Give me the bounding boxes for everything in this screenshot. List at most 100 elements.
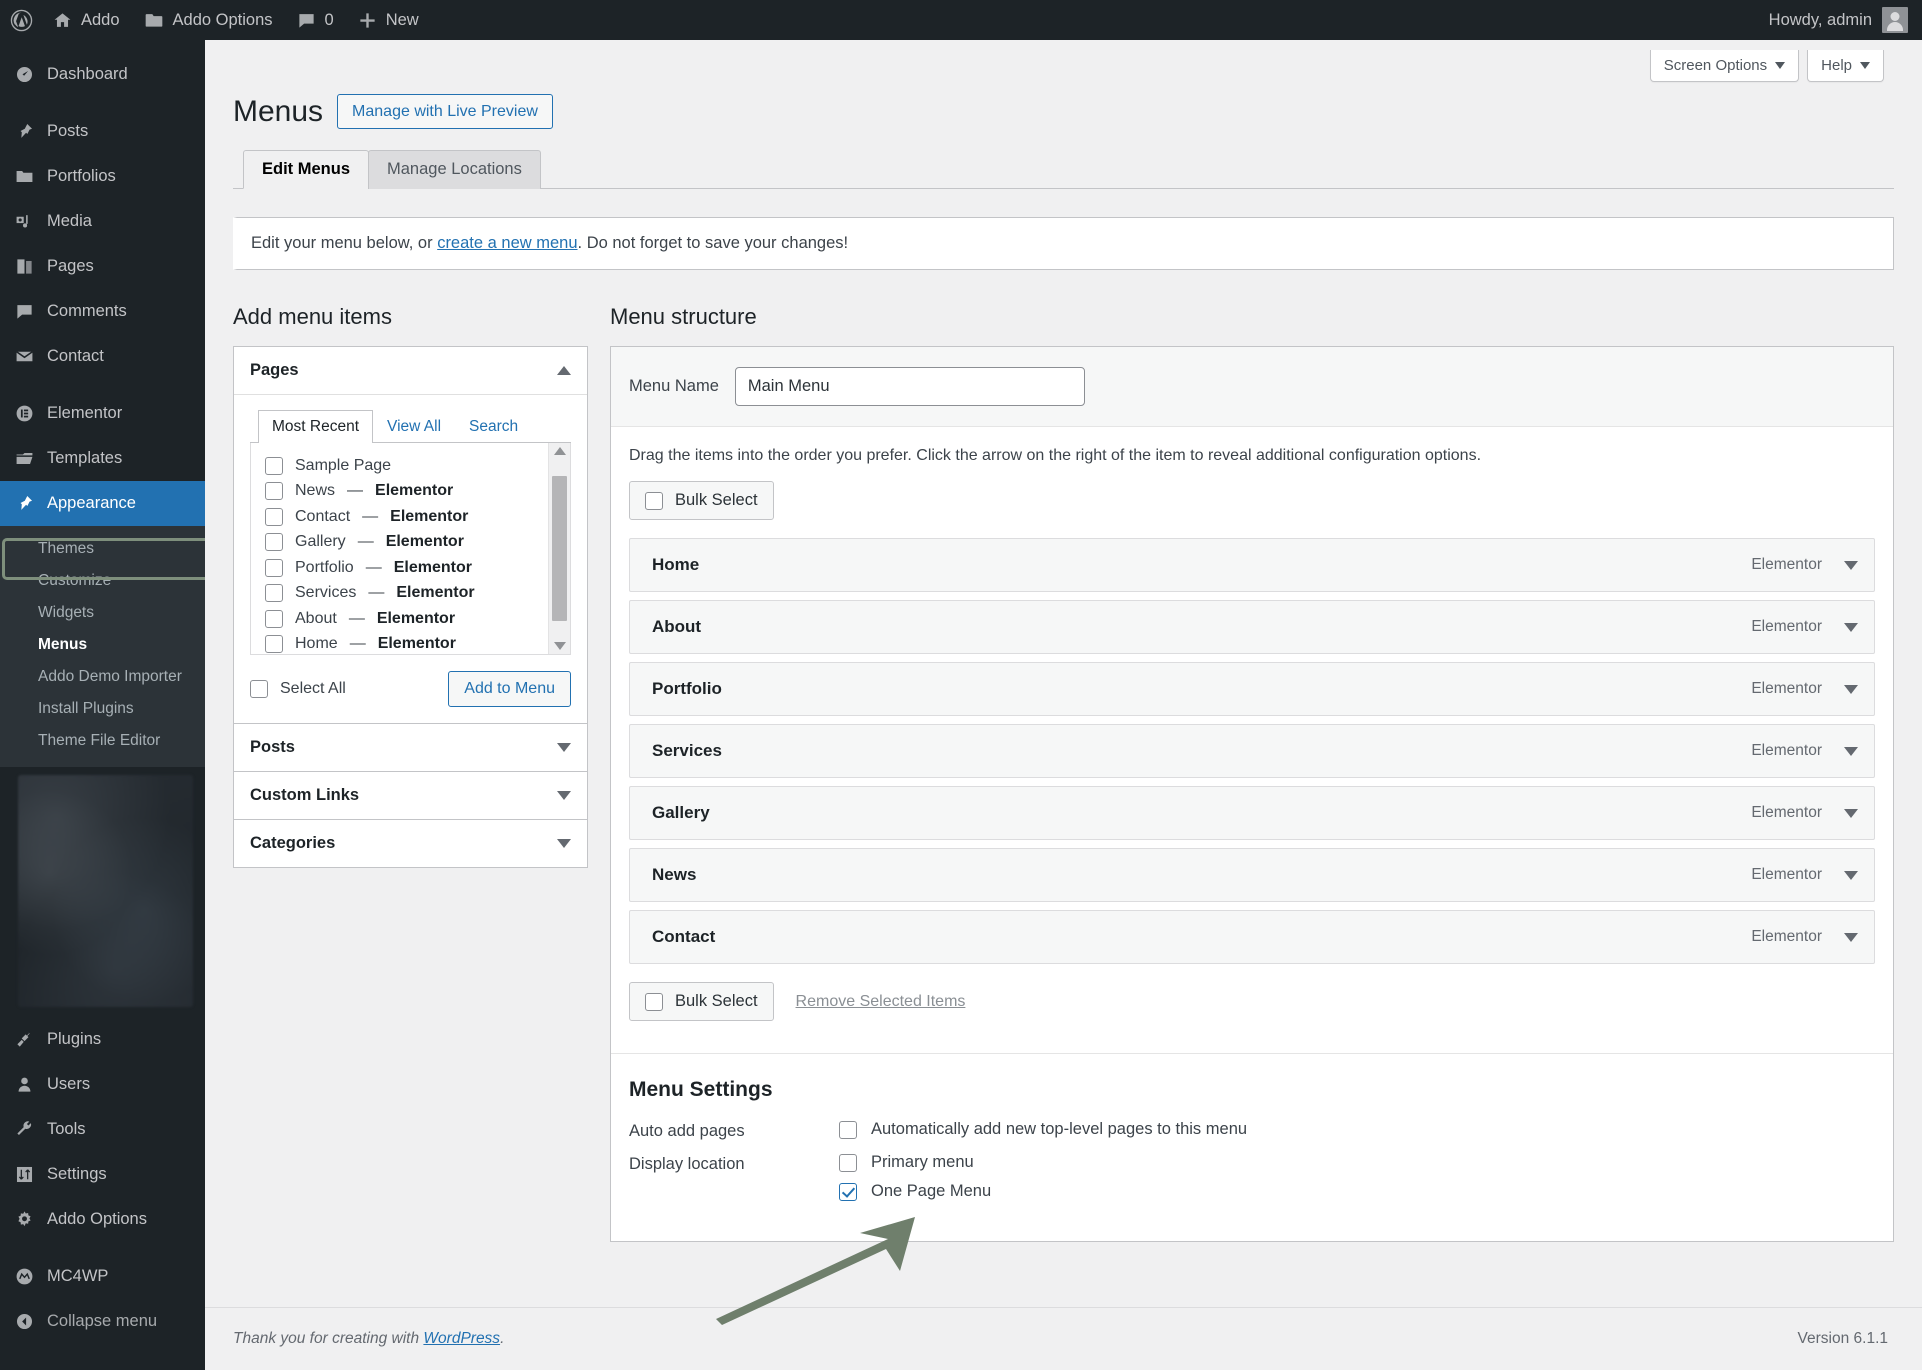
sidebar-item-contact[interactable]: Contact: [0, 334, 205, 379]
primary-menu-option[interactable]: Primary menu: [839, 1153, 991, 1172]
tab-most-recent[interactable]: Most Recent: [258, 410, 374, 444]
chevron-down-icon[interactable]: [1844, 560, 1858, 570]
sidebar-subitem-menus[interactable]: Menus: [0, 629, 205, 661]
adminbar-addo-options[interactable]: Addo Options: [132, 0, 285, 40]
auto-add-pages-checkbox[interactable]: [839, 1120, 857, 1139]
sidebar-item-media[interactable]: Media: [0, 199, 205, 244]
scroll-down-icon[interactable]: [553, 642, 566, 651]
chevron-down-icon[interactable]: [1844, 746, 1858, 756]
sidebar-item-posts[interactable]: Posts: [0, 109, 205, 154]
bulk-select-top-checkbox[interactable]: [645, 491, 663, 510]
chevron-up-icon[interactable]: [557, 366, 571, 376]
table-row[interactable]: Home Elementor: [629, 538, 1875, 593]
select-all-pages[interactable]: Select All: [250, 676, 346, 702]
sidebar-item-collapse-menu[interactable]: Collapse menu: [0, 1299, 205, 1344]
wordpress-logo-button[interactable]: [0, 0, 41, 40]
adminbar-comments[interactable]: 0: [285, 0, 346, 40]
sidebar-item-settings[interactable]: Settings: [0, 1152, 205, 1197]
adminbar-site-name[interactable]: Addo: [41, 0, 132, 40]
chevron-down-icon[interactable]: [557, 791, 571, 801]
chevron-down-icon[interactable]: [557, 743, 571, 753]
panel-posts-header[interactable]: Posts: [234, 724, 587, 771]
bulk-select-bottom-button[interactable]: Bulk Select: [629, 982, 774, 1022]
list-item[interactable]: Gallery — Elementor: [265, 530, 548, 556]
sidebar-subitem-theme-file-editor[interactable]: Theme File Editor: [0, 725, 205, 757]
table-row[interactable]: About Elementor: [629, 600, 1875, 655]
page-checkbox[interactable]: [265, 558, 283, 577]
table-row[interactable]: Gallery Elementor: [629, 786, 1875, 841]
chevron-down-icon[interactable]: [557, 839, 571, 849]
chevron-down-icon[interactable]: [1844, 870, 1858, 880]
sidebar-item-dashboard[interactable]: Dashboard: [0, 52, 205, 97]
sidebar-item-comments[interactable]: Comments: [0, 289, 205, 334]
wordpress-link[interactable]: WordPress: [423, 1330, 500, 1347]
help-button[interactable]: Help: [1807, 50, 1884, 82]
screen-options-button[interactable]: Screen Options: [1649, 50, 1800, 82]
sidebar-item-templates[interactable]: Templates: [0, 436, 205, 481]
bulk-select-bottom-checkbox[interactable]: [645, 992, 663, 1011]
remove-selected-items-link[interactable]: Remove Selected Items: [796, 993, 966, 1011]
page-checkbox[interactable]: [265, 609, 283, 628]
panel-categories-header[interactable]: Categories: [234, 820, 587, 867]
sidebar-item-addo-options[interactable]: Addo Options: [0, 1197, 205, 1242]
page-checkbox[interactable]: [265, 482, 283, 501]
panel-custom-links-header[interactable]: Custom Links: [234, 772, 587, 819]
sidebar-item-tools[interactable]: Tools: [0, 1107, 205, 1152]
sidebar-item-plugins[interactable]: Plugins: [0, 1017, 205, 1062]
list-item[interactable]: Services — Elementor: [265, 581, 548, 607]
tab-search[interactable]: Search: [455, 410, 532, 443]
table-row[interactable]: Services Elementor: [629, 724, 1875, 779]
tab-view-all[interactable]: View All: [373, 410, 455, 443]
table-row[interactable]: Contact Elementor: [629, 910, 1875, 965]
list-item[interactable]: Sample Page: [265, 453, 548, 479]
page-checkbox[interactable]: [265, 584, 283, 603]
one-page-menu-checkbox[interactable]: [839, 1182, 857, 1201]
sidebar-item-users[interactable]: Users: [0, 1062, 205, 1107]
sidebar-item-elementor[interactable]: Elementor: [0, 391, 205, 436]
list-item[interactable]: News — Elementor: [265, 479, 548, 505]
one-page-menu-option[interactable]: One Page Menu: [839, 1182, 991, 1201]
tab-edit-menus[interactable]: Edit Menus: [243, 150, 370, 190]
adminbar-account[interactable]: Howdy, admin: [1769, 7, 1922, 33]
table-row[interactable]: Portfolio Elementor: [629, 662, 1875, 717]
page-checkbox[interactable]: [265, 533, 283, 552]
bulk-select-top-button[interactable]: Bulk Select: [629, 481, 774, 521]
chevron-down-icon[interactable]: [1844, 684, 1858, 694]
adminbar-new-button[interactable]: New: [346, 0, 431, 40]
page-checkbox[interactable]: [265, 635, 283, 654]
sidebar-item-label: Posts: [47, 122, 89, 140]
menu-name-input[interactable]: [734, 367, 1085, 407]
tab-manage-locations[interactable]: Manage Locations: [368, 150, 541, 190]
sidebar-item-mc4wp[interactable]: MC4WP: [0, 1254, 205, 1299]
select-all-checkbox[interactable]: [250, 680, 268, 699]
sidebar-subitem-widgets[interactable]: Widgets: [0, 597, 205, 629]
chevron-down-icon[interactable]: [1844, 622, 1858, 632]
manage-with-live-preview-button[interactable]: Manage with Live Preview: [337, 94, 553, 130]
scroll-up-icon[interactable]: [553, 447, 566, 456]
chevron-down-icon[interactable]: [1844, 808, 1858, 818]
scrollbar-thumb[interactable]: [552, 476, 567, 622]
chevron-down-icon[interactable]: [1844, 932, 1858, 942]
sidebar-subitem-install-plugins[interactable]: Install Plugins: [0, 693, 205, 725]
list-item[interactable]: Home — Elementor: [265, 632, 548, 655]
table-row[interactable]: News Elementor: [629, 848, 1875, 903]
sidebar-subitem-themes[interactable]: Themes: [0, 533, 205, 565]
sidebar-subitem-addo-demo-importer[interactable]: Addo Demo Importer: [0, 661, 205, 693]
page-checkbox[interactable]: [265, 456, 283, 475]
list-item[interactable]: About — Elementor: [265, 606, 548, 632]
list-item[interactable]: Portfolio — Elementor: [265, 555, 548, 581]
sidebar-item-appearance[interactable]: Appearance: [0, 481, 205, 526]
pages-list-scrollbar[interactable]: [548, 443, 570, 655]
page-checkbox[interactable]: [265, 507, 283, 526]
list-item[interactable]: Contact — Elementor: [265, 504, 548, 530]
sidebar-subitem-customize[interactable]: Customize: [0, 565, 205, 597]
menu-structure-heading: Menu structure: [610, 304, 757, 330]
add-to-menu-button[interactable]: Add to Menu: [448, 671, 571, 708]
panel-pages-header[interactable]: Pages: [234, 347, 587, 394]
auto-add-pages-option[interactable]: Automatically add new top-level pages to…: [839, 1120, 1247, 1139]
help-label: Help: [1821, 57, 1852, 74]
sidebar-item-pages[interactable]: Pages: [0, 244, 205, 289]
primary-menu-checkbox[interactable]: [839, 1153, 857, 1172]
create-a-new-menu-link[interactable]: create a new menu: [437, 234, 577, 252]
sidebar-item-portfolios[interactable]: Portfolios: [0, 154, 205, 199]
